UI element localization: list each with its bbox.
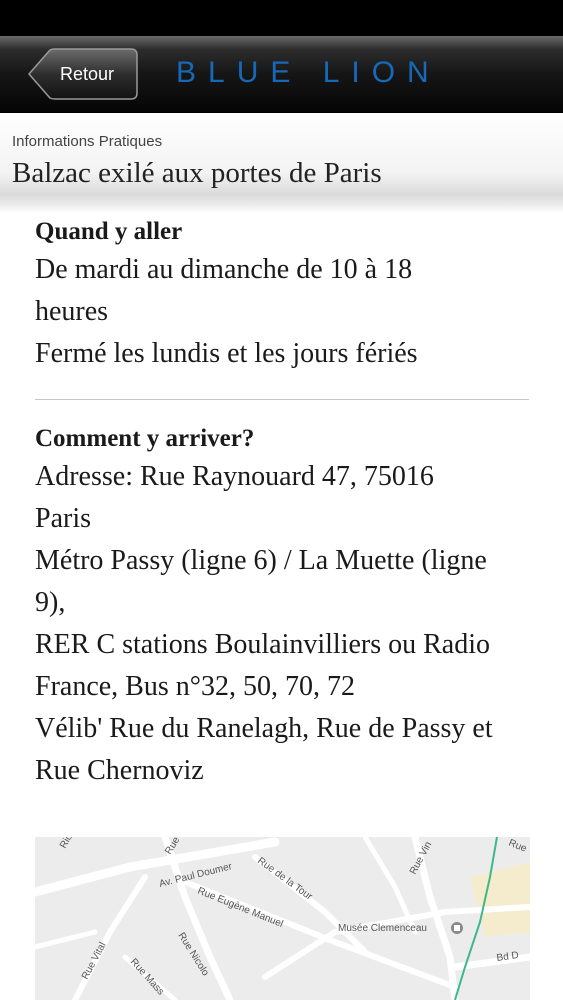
back-button[interactable]: Retour [28, 48, 138, 100]
section-line: France, Bus n°32, 50, 70, 72 [35, 671, 355, 702]
info-content: Quand y aller De mardi au dimanche de 10… [35, 215, 529, 792]
section-divider [35, 399, 529, 400]
location-map[interactable]: Rio Rue Av. Paul Doumer Rue de la Tour R… [35, 837, 530, 1000]
section-line: Fermé les lundis et les jours fériés [35, 338, 418, 369]
museum-icon [451, 922, 463, 934]
navigation-bar: Retour BLUE LION [0, 36, 563, 113]
section-how: Comment y arriver? Adresse: Rue Raynouar… [35, 422, 529, 792]
section-heading: Quand y aller [35, 218, 183, 245]
status-bar [0, 0, 563, 36]
section-line: Adresse: Rue Raynouard 47, 75016 [35, 461, 434, 492]
section-heading: Comment y arriver? [35, 425, 255, 452]
section-line: Paris [35, 503, 91, 534]
section-line: heures [35, 296, 109, 327]
section-line: Rue Chernoviz [35, 755, 204, 786]
page-title: Balzac exilé aux portes de Paris [12, 157, 382, 189]
section-when: Quand y aller De mardi au dimanche de 10… [35, 215, 529, 375]
map-label: Musée Clemenceau [338, 923, 427, 934]
back-button-label: Retour [59, 63, 115, 84]
section-line: Vélib' Rue du Ranelagh, Rue de Passy et [35, 713, 493, 744]
section-line: Métro Passy (ligne 6) / La Muette (ligne [35, 545, 487, 576]
map-canvas[interactable]: Rio Rue Av. Paul Doumer Rue de la Tour R… [35, 837, 530, 1000]
section-line: De mardi au dimanche de 10 à 18 [35, 254, 413, 285]
brand-title: BLUE LION [176, 56, 441, 89]
page-category: Informations Pratiques [12, 133, 163, 150]
section-line: RER C stations Boulainvilliers ou Radio [35, 629, 490, 660]
section-line: 9), [35, 587, 66, 618]
page-header: Informations Pratiques Balzac exilé aux … [0, 113, 563, 213]
